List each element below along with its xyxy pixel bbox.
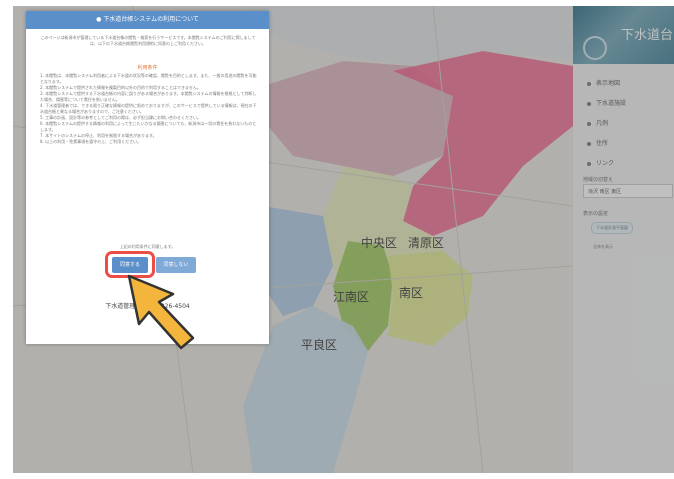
terms-item: 3. 本閲覧システムで提供する下水道台帳の内容に誤りがある場合があります。本閲覧… <box>40 91 257 102</box>
dialog-title: ● 下水道台帳システムの利用について <box>26 11 269 29</box>
pointer-arrow-icon <box>127 274 195 350</box>
browser-content: 中央区 清原区 江南区 南区 平良区 下水道台 表示地図 下水道施設 凡例 住所… <box>13 6 674 473</box>
terms-heading: 利用条件 <box>137 65 158 71</box>
terms-item: 6. 本閲覧システムの提供する情報の利用によって生じたいかなる損害についても、新… <box>40 121 257 132</box>
terms-item: 4. 下水道管理者では、できる限り正確な情報の提供に努めておりますが、このサービ… <box>40 103 257 114</box>
dialog-title-text: 下水道台帳システムの利用について <box>103 16 199 23</box>
dialog-intro: このページは新潟市が管理している下水道台帳の閲覧・検索を行うサービスです。本閲覧… <box>40 35 256 46</box>
agree-note: 上記の利用条件に同意します。 <box>119 244 176 249</box>
terms-item: 1. 本閲覧は、本閲覧システム利用者による下水道の状況等の確認、閲覧を目的としま… <box>40 73 257 84</box>
terms-list: 1. 本閲覧は、本閲覧システム利用者による下水道の状況等の確認、閲覧を目的としま… <box>40 73 258 145</box>
disagree-button[interactable]: 同意しない <box>156 257 196 273</box>
terms-item: 8. 以上の利用・免責事項を遵守の上、ご利用ください。 <box>40 139 142 144</box>
